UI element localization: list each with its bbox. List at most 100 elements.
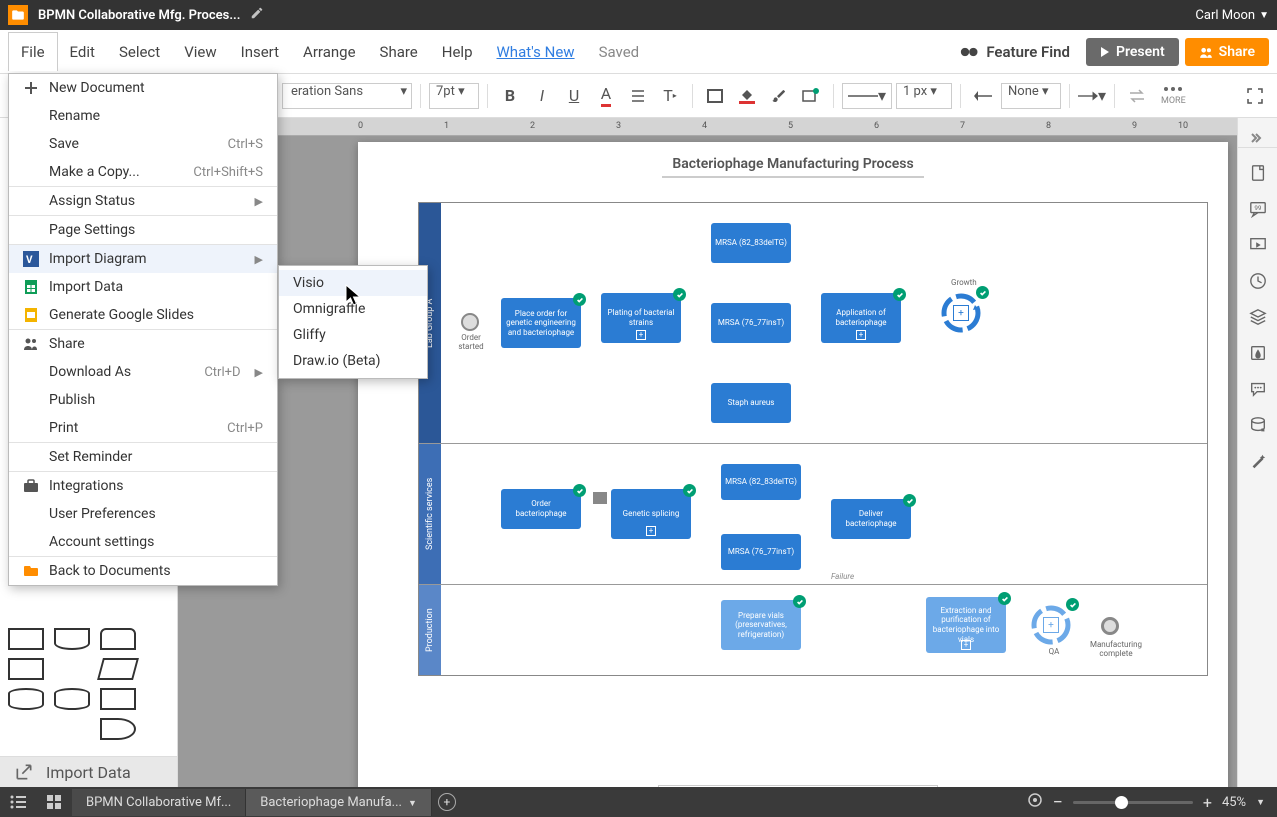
shape-cyl2[interactable] [54,688,90,710]
shape-fill-button[interactable] [701,82,729,110]
shape-trap[interactable] [8,718,44,740]
import-data-button[interactable]: Import Data [0,756,177,787]
menu-publish[interactable]: Publish [9,386,277,414]
align-button[interactable] [624,82,652,110]
task-extraction[interactable]: Extraction and purification of bacteriop… [926,597,1006,653]
task-order-bac[interactable]: Order bacteriophage [501,489,581,529]
zoom-reset-icon[interactable] [1027,792,1043,812]
task-place-order[interactable]: Place order for genetic engineering and … [501,298,581,348]
zoom-level[interactable]: 45% [1222,795,1246,810]
zoom-slider[interactable] [1073,801,1193,804]
tab-bpmn-collab[interactable]: BPMN Collaborative Mf... [72,789,246,816]
lane-production[interactable]: Production Prepare vials (preservatives,… [419,585,1207,675]
menu-assign-status[interactable]: Assign Status▶ [9,187,277,215]
lane-scientific[interactable]: Scientific services Order bacteriophage … [419,444,1207,585]
menu-print[interactable]: PrintCtrl+P [9,414,277,442]
task-application[interactable]: Application of bacteriophage + [821,293,901,343]
menu-select[interactable]: Select [107,33,172,71]
grid-view-icon[interactable] [36,794,72,810]
menu-back-to-documents[interactable]: Back to Documents [9,557,277,585]
task-splicing[interactable]: Genetic splicing + [611,489,691,539]
task-staph[interactable]: Staph aureus [711,383,791,423]
menu-import-diagram[interactable]: VImport Diagram▶ [9,245,277,273]
annotation-icon[interactable] [593,492,607,504]
menu-arrange[interactable]: Arrange [291,33,367,71]
qa-subprocess[interactable]: + [1031,605,1071,645]
italic-button[interactable]: I [528,82,556,110]
shape-d[interactable] [100,718,136,740]
menu-integrations[interactable]: Integrations [9,472,277,500]
fill-color-button[interactable] [733,82,761,110]
subprocess-icon[interactable]: + [646,526,656,536]
task-mrsa4[interactable]: MRSA (76_77insT) [721,534,801,570]
text-color-button[interactable]: A [592,82,620,110]
feature-find[interactable]: Feature Find [960,43,1070,61]
document-title[interactable]: BPMN Collaborative Mfg. Proces... [38,8,240,23]
shape-trap2[interactable] [54,718,90,740]
diagram-page[interactable]: Bacteriophage Manufacturing Process Lab … [358,142,1228,787]
font-size-select[interactable]: 7pt ▾ [429,83,479,109]
font-select[interactable]: eration Sans ▾ [282,83,412,109]
wand-icon[interactable] [1247,450,1269,472]
menu-account-settings[interactable]: Account settings [9,528,277,556]
task-prepare-vials[interactable]: Prepare vials (preservatives, refrigerat… [721,600,801,650]
collapse-right-panel[interactable] [1238,128,1277,148]
user-menu-caret-icon[interactable]: ▼ [1259,10,1269,21]
submenu-drawio[interactable]: Draw.io (Beta) [279,348,427,374]
task-mrsa1[interactable]: MRSA (82_83delTG) [711,223,791,263]
end-event[interactable] [1101,617,1119,635]
start-event[interactable] [461,313,479,331]
shape-rect3[interactable] [100,688,136,710]
swap-button[interactable] [1123,82,1151,110]
shape-doc[interactable] [54,628,90,650]
outline-view-icon[interactable] [0,795,36,809]
task-deliver[interactable]: Deliver bacteriophage [831,499,911,539]
menu-save[interactable]: SaveCtrl+S [9,130,277,158]
menu-new-document[interactable]: New Document [9,74,277,102]
zoom-out-button[interactable]: − [1053,792,1063,813]
menu-help[interactable]: Help [430,33,485,71]
add-tab-button[interactable]: + [432,793,462,811]
menu-view[interactable]: View [172,33,228,71]
canvas[interactable]: 0 1 2 3 4 5 6 7 8 9 10 Bacteriophage Man… [178,118,1237,787]
subprocess-icon[interactable]: + [961,640,971,650]
shape-tab[interactable] [100,628,136,650]
database-icon[interactable] [1247,414,1269,436]
menu-insert[interactable]: Insert [229,33,291,71]
shape-rect2[interactable] [8,658,44,680]
username[interactable]: Carl Moon [1195,8,1255,23]
shape-para[interactable] [97,658,139,680]
lane-lab[interactable]: Lab Group A Order started Place order fo… [419,203,1207,444]
menu-whats-new[interactable]: What's New [485,33,587,71]
line-width-select[interactable]: 1 px ▾ [896,83,952,109]
line-style-select[interactable]: ▾ [842,83,892,109]
fullscreen-button[interactable] [1241,82,1269,110]
paint-button[interactable] [765,82,793,110]
folder-icon[interactable] [8,5,28,25]
shape-hex[interactable] [54,658,90,680]
bold-button[interactable]: B [496,82,524,110]
line-none-select[interactable]: None ▾ [1001,83,1061,109]
shape-cyl[interactable] [8,688,44,710]
more-button[interactable]: MORE [1161,85,1186,106]
menu-make-copy[interactable]: Make a Copy...Ctrl+Shift+S [9,158,277,186]
growth-subprocess[interactable]: + [941,293,981,333]
drop-icon[interactable] [1247,342,1269,364]
text-tool[interactable]: T▸ [656,82,684,110]
submenu-omnigraffle[interactable]: Omnigraffle [279,296,427,322]
menu-share[interactable]: Share [368,33,430,71]
presentation-icon[interactable] [1247,234,1269,256]
underline-button[interactable]: U [560,82,588,110]
rename-icon[interactable] [250,6,264,24]
page-icon[interactable] [1247,162,1269,184]
history-icon[interactable] [1247,270,1269,292]
submenu-visio[interactable]: Visio [279,270,427,296]
subprocess-icon[interactable]: + [636,330,646,340]
menu-download-as[interactable]: Download AsCtrl+D▶ [9,358,277,386]
menu-file[interactable]: File [8,32,58,71]
zoom-in-button[interactable]: + [1203,793,1212,812]
bpmn-pool[interactable]: Lab Group A Order started Place order fo… [418,202,1208,676]
share-button[interactable]: Share [1185,38,1269,66]
chat-icon[interactable] [1247,378,1269,400]
subprocess-icon[interactable]: + [856,330,866,340]
